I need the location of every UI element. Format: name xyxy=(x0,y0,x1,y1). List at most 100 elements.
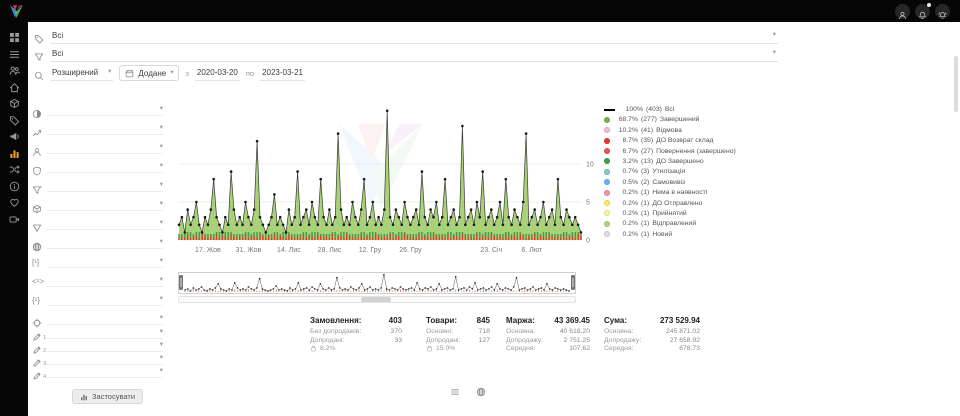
orders-icon[interactable] xyxy=(9,47,20,58)
legend-item[interactable]: 0.2%(1)Прийнятий xyxy=(604,210,804,217)
home-icon[interactable] xyxy=(9,80,20,91)
horizontal-scrollbar-thumb[interactable] xyxy=(361,297,391,302)
user-profile-button[interactable] xyxy=(895,4,910,19)
stat-header: Сума:273 529.94 xyxy=(604,316,700,325)
region-filter-select[interactable] xyxy=(47,236,163,249)
field-1-filter-select[interactable] xyxy=(47,255,163,268)
orders-type-select[interactable]: Всі xyxy=(50,28,778,44)
status-filter-select[interactable]: Всі xyxy=(50,46,778,62)
filter-row-source xyxy=(32,176,163,195)
product-filter-select[interactable] xyxy=(47,198,163,211)
date-to-input[interactable]: 2023-03-21 xyxy=(260,66,305,81)
legend-label: Всі xyxy=(665,106,674,113)
horizontal-scrollbar[interactable] xyxy=(178,296,576,303)
legend-item[interactable]: 0.2%(1)Нема в наявності xyxy=(604,189,804,196)
dynamics-filter-select[interactable] xyxy=(47,122,163,135)
svg-text:6. Лют: 6. Лют xyxy=(521,247,542,254)
chevron-down-icon xyxy=(160,106,163,113)
marketing-icon[interactable] xyxy=(9,129,20,140)
legend-item[interactable]: 6.7%(27)Повернення (завершено) xyxy=(604,148,804,155)
topbar-actions xyxy=(895,4,950,19)
legend-item[interactable]: 100%(403)Всі xyxy=(604,106,804,113)
custom-1-filter-select[interactable] xyxy=(47,326,163,339)
stat-subrow: Основна:40 618.20 xyxy=(506,328,590,335)
date-field-select[interactable]: Додане xyxy=(119,65,179,81)
status-filter-select[interactable] xyxy=(47,103,163,116)
legend-label: ДО Завершено xyxy=(656,158,704,165)
filter-row-custom-4: 4 xyxy=(32,367,163,380)
legend-percent: 0.2% xyxy=(613,189,638,196)
manager-filter-select[interactable] xyxy=(47,141,163,154)
customers-icon[interactable] xyxy=(9,63,20,74)
target-icon xyxy=(32,315,42,325)
filter-row-region xyxy=(32,233,163,252)
stat-sublabel: Основні: xyxy=(426,328,453,335)
brush-handle-left[interactable] xyxy=(179,275,183,290)
svg-text:17. Жов: 17. Жов xyxy=(195,247,221,254)
custom-3-filter-select[interactable] xyxy=(47,352,163,365)
integrations-icon[interactable] xyxy=(9,162,20,173)
svg-text:0: 0 xyxy=(586,238,590,245)
legend-count: (35) xyxy=(641,137,653,144)
funnel-icon xyxy=(32,182,42,192)
filter-row-field-2: <¹> xyxy=(32,271,163,290)
stat-subrow: Допродані:33 xyxy=(310,337,402,344)
advanced-search-select[interactable]: Розширений xyxy=(50,66,113,81)
role-filter-select[interactable] xyxy=(47,160,163,173)
legend-dot-swatch xyxy=(604,210,610,216)
field-2-filter-select[interactable] xyxy=(47,274,163,287)
main-chart[interactable]: 051017. Жов31. Жов14. Лис28. Лис12. Гру2… xyxy=(175,94,615,264)
video-icon[interactable] xyxy=(9,212,20,223)
bag-icon xyxy=(310,345,317,352)
support-icon[interactable] xyxy=(9,195,20,206)
legend-item[interactable]: 10.2%(41)Відмова xyxy=(604,127,804,134)
angles-icon: <¹> xyxy=(32,277,42,287)
funnel-icon xyxy=(34,49,44,59)
filter-row-1: Всі xyxy=(34,28,778,44)
pricing-icon[interactable] xyxy=(9,113,20,124)
legend-item[interactable]: 0.7%(3)Утилізація xyxy=(604,168,804,175)
vertical-scrollbar-thumb[interactable] xyxy=(954,56,958,112)
source-filter-select[interactable] xyxy=(47,179,163,192)
apply-button[interactable]: Застосувати xyxy=(72,389,143,404)
legend-item[interactable]: 0.2%(1)Відправлений xyxy=(604,220,804,227)
svg-text:31. Жов: 31. Жов xyxy=(236,247,262,254)
globe-icon[interactable] xyxy=(476,384,486,394)
notifications-button[interactable] xyxy=(915,4,930,19)
utm-filter-select[interactable] xyxy=(47,312,163,325)
custom-2-filter-select[interactable] xyxy=(47,339,163,352)
info-icon[interactable] xyxy=(9,179,20,190)
stat-subrow: Основні:718 xyxy=(426,328,490,335)
date-from-input[interactable]: 2020-03-20 xyxy=(195,66,240,81)
search-icon[interactable] xyxy=(34,68,44,78)
stat-percent-row: 15.0% xyxy=(426,345,490,352)
custom-4-filter-select[interactable] xyxy=(47,365,163,378)
stat-sublabel: Допродані: xyxy=(310,337,344,344)
legend-item[interactable]: 0.5%(2)Самовивіз xyxy=(604,179,804,186)
stat-subrow: Допродані:127 xyxy=(426,337,490,344)
svg-text:12. Гру: 12. Гру xyxy=(359,247,382,254)
globe-icon xyxy=(32,239,42,249)
stat-percent-row: 8.2% xyxy=(310,345,402,352)
stat-label: Сума: xyxy=(604,316,627,325)
filter-panel: [¹]<¹>{¹}1234 Застосувати xyxy=(32,100,163,406)
app-logo[interactable] xyxy=(8,3,25,20)
legend-item[interactable]: 68.7%(277)Завершений xyxy=(604,116,804,123)
field-3-filter-select[interactable] xyxy=(47,293,163,306)
brush-handle-right[interactable] xyxy=(571,275,575,290)
legend-label: Завершений xyxy=(660,116,700,123)
legend-count: (277) xyxy=(641,116,657,123)
category-filter-select[interactable] xyxy=(47,217,163,230)
stat-sublabel: Допродані: xyxy=(426,337,460,344)
legend-item[interactable]: 8.7%(35)ДО Возврат склад xyxy=(604,137,804,144)
products-icon[interactable] xyxy=(9,96,20,107)
alerts-button[interactable] xyxy=(935,4,950,19)
legend-item[interactable]: 0.2%(1)ДО Отправлено xyxy=(604,200,804,207)
menu-icon[interactable] xyxy=(450,384,460,394)
legend-item[interactable]: 0.2%(1)Новий xyxy=(604,231,804,238)
analytics-icon[interactable] xyxy=(9,146,20,157)
stat-header: Маржа:43 369.45 xyxy=(506,316,590,325)
legend-item[interactable]: 3.2%(13)ДО Завершено xyxy=(604,158,804,165)
dashboard-icon[interactable] xyxy=(9,30,20,41)
brush-chart[interactable] xyxy=(178,272,576,294)
